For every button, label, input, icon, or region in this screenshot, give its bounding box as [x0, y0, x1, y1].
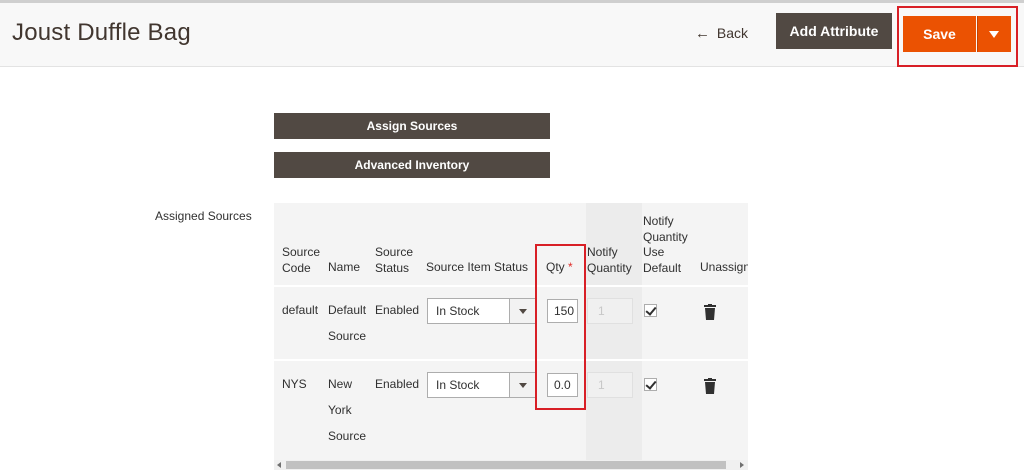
row2-name-line2: York	[328, 403, 352, 417]
advanced-inventory-button[interactable]: Advanced Inventory	[274, 152, 550, 178]
check-icon	[645, 378, 657, 390]
notify-column-bg	[586, 203, 642, 470]
header-name: Name	[328, 260, 361, 274]
row1-source-code: default	[282, 303, 319, 317]
row2-name: New York Source	[328, 371, 366, 449]
row2-trash-icon[interactable]	[704, 378, 716, 394]
horizontal-scrollbar[interactable]	[274, 460, 748, 470]
row2-name-line1: New	[328, 377, 353, 391]
row-separator	[274, 285, 748, 287]
row1-trash-icon[interactable]	[704, 304, 716, 320]
row2-item-status-value: In Stock	[436, 378, 480, 392]
row2-select-arrow	[509, 373, 536, 397]
header-source-code: Source Code	[282, 245, 320, 276]
header-notify-use-default-line2: Quantity	[643, 229, 688, 244]
row2-item-status-select[interactable]: In Stock	[427, 372, 537, 398]
page-title: Joust Duffle Bag	[12, 19, 191, 46]
header-source-status: Source Status	[375, 245, 413, 276]
row1-name-line2: Source	[328, 329, 367, 343]
back-button[interactable]: ← Back	[695, 25, 748, 42]
assign-sources-button[interactable]: Assign Sources	[274, 113, 550, 139]
header-source-status-line1: Source	[375, 245, 414, 259]
row1-source-status: Enabled	[375, 303, 420, 317]
row2-notify-qty-input: 1	[587, 372, 633, 398]
row1-name: Default Source	[328, 297, 366, 349]
arrow-left-icon: ←	[695, 25, 710, 42]
row-separator	[274, 359, 748, 361]
header-source-code-line1: Source	[282, 245, 321, 259]
row1-item-status-value: In Stock	[436, 304, 480, 318]
row2-source-code: NYS	[282, 377, 307, 391]
header-notify-quantity-line2: Quantity	[587, 260, 632, 275]
caret-down-icon	[519, 309, 527, 314]
save-highlight-box	[897, 6, 1018, 67]
scroll-right-icon[interactable]	[740, 462, 744, 468]
header-source-status-line2: Status	[375, 260, 410, 275]
row1-notify-qty-input: 1	[587, 298, 633, 324]
back-label: Back	[716, 25, 749, 41]
scroll-left-icon[interactable]	[277, 462, 281, 468]
check-icon	[645, 304, 657, 316]
header-notify-use-default-line4: Default	[643, 260, 682, 275]
row1-use-default-checkbox[interactable]	[644, 304, 657, 317]
row1-select-arrow	[509, 299, 536, 323]
row2-source-status: Enabled	[375, 377, 420, 391]
row2-use-default-checkbox[interactable]	[644, 378, 657, 391]
header-notify-quantity-line1: Notify	[587, 245, 618, 259]
add-attribute-button[interactable]: Add Attribute	[776, 13, 892, 49]
assigned-sources-grid: Source Code Name Source Status Source It…	[274, 203, 748, 470]
header-notify-use-default: Notify Quantity Use Default	[643, 214, 688, 276]
row1-item-status-select[interactable]: In Stock	[427, 298, 537, 324]
assigned-sources-label: Assigned Sources	[155, 209, 252, 223]
row2-name-line3: Source	[328, 429, 367, 443]
scroll-thumb[interactable]	[286, 461, 726, 469]
qty-highlight-box	[535, 244, 586, 410]
header-notify-quantity: Notify Quantity	[587, 245, 632, 276]
header-notify-use-default-line3: Use	[643, 245, 665, 259]
row1-name-line1: Default	[328, 303, 367, 317]
header-source-code-line2: Code	[282, 260, 311, 275]
header-unassign: Unassign	[700, 260, 748, 274]
header-notify-use-default-line1: Notify	[643, 214, 674, 228]
header-source-item-status: Source Item Status	[426, 260, 529, 274]
caret-down-icon	[519, 383, 527, 388]
